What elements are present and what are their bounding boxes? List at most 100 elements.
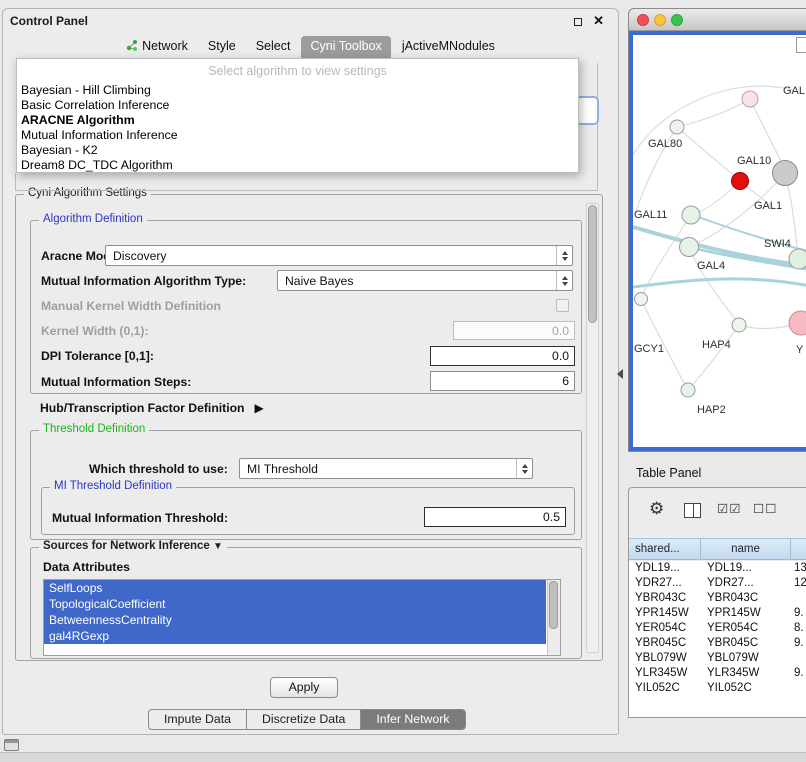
which-threshold-label: Which threshold to use: <box>89 462 228 476</box>
tab-style[interactable]: Style <box>199 36 245 60</box>
expand-right-icon[interactable]: ▶ <box>255 401 264 415</box>
table-row[interactable]: YBR045CYBR045C9. <box>629 636 806 651</box>
network-node-highlighted[interactable] <box>732 173 749 190</box>
control-panel-titlebar[interactable]: Control Panel ✕ <box>3 9 618 33</box>
select-all-icon[interactable]: ☑☑ <box>717 501 741 516</box>
tab-label: jActiveMNodules <box>402 39 495 53</box>
docked-panel-icon[interactable] <box>4 739 19 751</box>
scrollbar-thumb[interactable] <box>549 581 558 629</box>
algorithm-option[interactable]: Bayesian - Hill Climbing <box>17 83 578 98</box>
attribute-item-selected[interactable]: gal4RGexp <box>44 628 546 644</box>
apply-button[interactable]: Apply <box>270 677 338 698</box>
table-row[interactable]: YPR145WYPR145W9. <box>629 606 806 621</box>
tab-cyni-toolbox[interactable]: Cyni Toolbox <box>301 36 390 60</box>
list-scrollbar[interactable] <box>547 580 560 655</box>
deselect-all-icon[interactable]: ☐☐ <box>753 501 777 516</box>
kernel-width-label: Kernel Width (0,1): <box>41 324 149 338</box>
control-panel-window: Control Panel ✕ Network Style Select Cyn… <box>2 8 619 735</box>
network-node-label: HAP4 <box>702 339 731 351</box>
tab-impute-data[interactable]: Impute Data <box>149 710 246 729</box>
float-window-icon[interactable] <box>574 18 582 26</box>
manual-kernel-width-checkbox[interactable] <box>556 299 569 312</box>
network-node[interactable] <box>682 206 700 224</box>
network-node[interactable] <box>635 293 648 306</box>
which-threshold-select[interactable]: MI Threshold <box>239 458 533 479</box>
network-node-label: GCY1 <box>634 343 664 355</box>
tab-network[interactable]: Network <box>117 36 197 60</box>
mi-algorithm-type-select[interactable]: Naive Bayes <box>277 270 573 291</box>
attribute-item-selected[interactable]: TopologicalCoefficient <box>44 596 546 612</box>
algorithm-option[interactable]: Bayesian - K2 <box>17 143 578 158</box>
cyni-algorithm-settings-group: Cyni Algorithm Settings Algorithm Defini… <box>15 194 603 661</box>
network-node[interactable] <box>789 311 806 335</box>
table-header: shared... name <box>629 538 806 560</box>
network-node[interactable] <box>773 161 798 186</box>
table-row[interactable]: YIL052CYIL052C <box>629 681 806 696</box>
table-row[interactable]: YER054CYER054C8. <box>629 621 806 636</box>
attribute-item-selected[interactable]: BetweennessCentrality <box>44 612 546 628</box>
table-row[interactable]: YDL19...YDL19...13 <box>629 561 806 576</box>
tab-discretize-data[interactable]: Discretize Data <box>246 710 360 729</box>
mi-steps-input[interactable] <box>430 371 575 391</box>
column-header-name[interactable]: name <box>701 539 791 559</box>
tab-jactivemnodules[interactable]: jActiveMNodules <box>393 36 504 60</box>
splitter-collapse-arrow[interactable] <box>617 369 623 379</box>
dpi-tolerance-input[interactable] <box>430 346 575 366</box>
network-node-label: Y <box>796 344 804 356</box>
network-node-label: GAL <box>783 85 805 97</box>
network-canvas-frame: GAL GAL80 GAL10 GAL11 GAL1 SWI4 GAL4 GCY… <box>629 31 806 451</box>
table-row[interactable]: YDR27...YDR27...12 <box>629 576 806 591</box>
table-row[interactable]: YBL079WYBL079W <box>629 651 806 666</box>
attributes-listbox[interactable]: SelfLoops TopologicalCoefficient Between… <box>43 579 561 656</box>
column-header-extra[interactable] <box>791 539 806 559</box>
table-panel-window: ⚙ ☑☑ ☐☐ shared... name YDL19...YDL19...1… <box>628 487 806 718</box>
algorithm-option[interactable]: Dream8 DC_TDC Algorithm <box>17 158 578 173</box>
combo-arrows-icon <box>516 459 532 478</box>
settings-scrollbar[interactable] <box>586 203 599 653</box>
group-title: MI Threshold Definition <box>50 480 176 492</box>
canvas-corner-widget[interactable] <box>796 37 806 53</box>
attribute-item-selected[interactable]: SelfLoops <box>44 580 546 596</box>
algorithm-definition-group: Algorithm Definition Aracne Mode: Discov… <box>30 220 582 394</box>
network-node-label: GAL10 <box>737 155 771 167</box>
tab-label: Select <box>256 39 291 53</box>
hidden-group-border <box>597 63 598 191</box>
window-title: Control Panel <box>10 14 88 28</box>
dpi-tolerance-label: DPI Tolerance [0,1]: <box>41 349 154 363</box>
zoom-button[interactable] <box>671 14 683 26</box>
gear-icon[interactable]: ⚙ <box>649 499 664 519</box>
collapse-down-icon[interactable]: ▼ <box>213 541 223 552</box>
close-icon[interactable]: ✕ <box>593 13 604 29</box>
scrollbar-thumb[interactable] <box>588 205 597 323</box>
hub-definition-section[interactable]: Hub/Transcription Factor Definition ▶ <box>40 401 264 415</box>
network-node[interactable] <box>732 318 746 332</box>
tab-label: Cyni Toolbox <box>310 39 381 53</box>
algorithm-option-selected[interactable]: ARACNE Algorithm <box>17 113 578 128</box>
tab-infer-network[interactable]: Infer Network <box>360 710 464 729</box>
mi-algorithm-type-label: Mutual Information Algorithm Type: <box>41 274 246 288</box>
aracne-mode-select[interactable]: Discovery <box>105 245 573 266</box>
tab-select[interactable]: Select <box>247 36 300 60</box>
algorithm-option[interactable]: Mutual Information Inference <box>17 128 578 143</box>
manual-kernel-width-label: Manual Kernel Width Definition <box>41 299 221 313</box>
columns-icon[interactable] <box>684 503 701 518</box>
sources-title[interactable]: Sources for Network Inference ▼ <box>39 540 227 552</box>
table-row[interactable]: YLR345WYLR345W9. <box>629 666 806 681</box>
network-window-titlebar[interactable] <box>629 9 806 31</box>
network-node[interactable] <box>670 120 684 134</box>
close-button[interactable] <box>637 14 649 26</box>
network-view-window: GAL GAL80 GAL10 GAL11 GAL1 SWI4 GAL4 GCY… <box>628 8 806 452</box>
mi-threshold-input[interactable] <box>424 507 566 527</box>
bottom-tab-group: Impute Data Discretize Data Infer Networ… <box>148 709 466 730</box>
network-canvas[interactable]: GAL GAL80 GAL10 GAL11 GAL1 SWI4 GAL4 GCY… <box>633 35 806 449</box>
network-node[interactable] <box>742 91 758 107</box>
network-node[interactable] <box>789 249 806 269</box>
kernel-width-input[interactable] <box>453 321 575 340</box>
table-row[interactable]: YBR043CYBR043C <box>629 591 806 606</box>
algorithm-option[interactable]: Basic Correlation Inference <box>17 98 578 113</box>
minimize-button[interactable] <box>654 14 666 26</box>
network-node-label: GAL11 <box>634 209 667 221</box>
network-node[interactable] <box>680 238 699 257</box>
column-header-shared[interactable]: shared... <box>629 539 701 559</box>
network-node[interactable] <box>681 383 695 397</box>
